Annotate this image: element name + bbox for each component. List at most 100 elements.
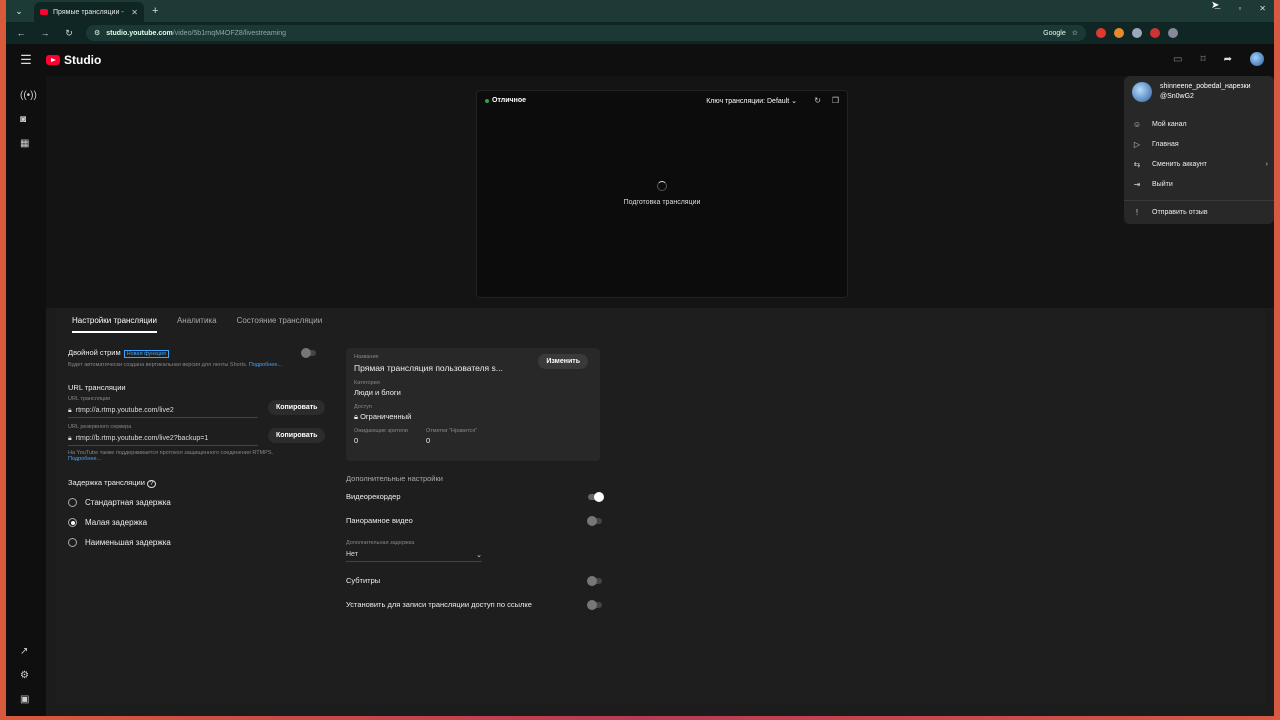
studio-logo-text: Studio [64, 53, 102, 67]
settings-gear-icon[interactable]: ⚙ [20, 670, 29, 681]
likes-label: Отметки "Нравится" [426, 428, 478, 434]
dual-stream-row: Двойной стрим Новая функция [68, 348, 169, 358]
copy-url-button[interactable]: Копировать [268, 400, 326, 415]
tab-title: Прямые трансляции - YouTube [53, 8, 126, 16]
backup-url-value: rtmp://b.rtmp.youtube.com/live2?backup=1 [75, 435, 209, 442]
refresh-key-icon[interactable]: ↻ [814, 96, 821, 105]
close-tab-icon[interactable]: ✕ [131, 8, 138, 17]
extension-icon[interactable] [1096, 28, 1106, 38]
menu-icon[interactable]: ☰ [6, 52, 46, 68]
account-info: shinneene_pobedal_нарезки @Sn0wG2 [1160, 82, 1251, 102]
search-engine-chip[interactable]: Google [1043, 30, 1066, 37]
forward-icon[interactable]: → [38, 28, 52, 38]
back-icon[interactable]: ← [14, 28, 28, 38]
new-feature-badge: Новая функция [123, 350, 169, 358]
rtmps-note: На YouTube также поддерживается протокол… [68, 450, 274, 462]
backup-url-field[interactable]: 🔒︎ rtmp://b.rtmp.youtube.com/live2?backu… [68, 432, 258, 446]
menu-item-sign-out[interactable]: ⇥ Выйти [1132, 180, 1268, 189]
tabs: Настройки трансляции Аналитика Состояние… [72, 316, 322, 333]
left-rail: ((•)) ◙ ▦ ↗ ⚙ ▣ [6, 76, 46, 716]
copy-key-icon[interactable]: ❐ [832, 96, 839, 105]
help-icon[interactable]: ? [147, 480, 157, 488]
bookmark-star-icon[interactable]: ☆ [1072, 29, 1078, 37]
access-label: Доступ [354, 404, 372, 410]
learn-more-link[interactable]: Подробнее... [249, 362, 282, 368]
camera-icon[interactable]: ◙ [20, 114, 26, 125]
dual-stream-toggle[interactable] [301, 348, 316, 358]
stream-url-label: URL трансляции [68, 396, 111, 402]
account-avatar-large [1132, 82, 1152, 102]
channel-icon: ☺ [1132, 120, 1142, 129]
menu-item-feedback[interactable]: ! Отправить отзыв [1132, 208, 1268, 217]
latency-ultralow-radio[interactable]: Наименьшая задержка [68, 538, 171, 547]
studio-logo[interactable]: Studio [46, 53, 101, 67]
stream-url-value: rtmp://a.rtmp.youtube.com/live2 [75, 407, 174, 414]
latency-low-radio[interactable]: Малая задержка [68, 518, 147, 527]
waiting-viewers-label: Ожидающие зрители [354, 428, 408, 434]
reload-icon[interactable]: ↻ [62, 28, 76, 39]
tab-bar: ⌄ Прямые трансляции - YouTube ✕ + ─ ▫ ✕ [6, 0, 1274, 22]
stream-key-select[interactable]: Ключ трансляции: Default ⌄ [706, 97, 797, 105]
account-menu: shinneene_pobedal_нарезки @Sn0wG2 ☺ Мой к… [1124, 76, 1274, 224]
latency-title: Задержка трансляции ? [68, 478, 157, 488]
dvr-toggle[interactable] [588, 492, 604, 502]
extension-icon[interactable] [1114, 28, 1124, 38]
calendar-icon[interactable]: ▦ [20, 138, 29, 149]
radio-circle-selected [68, 518, 77, 527]
live-stream-icon[interactable]: ((•)) [20, 90, 37, 101]
browser-tab[interactable]: Прямые трансляции - YouTube ✕ [34, 2, 144, 22]
menu-item-my-channel[interactable]: ☺ Мой канал [1132, 120, 1268, 129]
backup-url-label: URL резервного сервера [68, 424, 132, 430]
title-label: Название [354, 354, 379, 360]
screen-icon[interactable]: ▭ [1173, 54, 1182, 65]
stream-health-status: Отличное [485, 97, 526, 104]
tab-analytics[interactable]: Аналитика [177, 316, 217, 333]
switch-account-icon: ⇆ [1133, 160, 1141, 169]
account-avatar[interactable] [1250, 52, 1264, 66]
youtube-favicon-icon [40, 9, 48, 15]
extension-icon[interactable] [1150, 28, 1160, 38]
menu-item-switch-account[interactable]: ⇆ Сменить аккаунт › [1132, 160, 1268, 169]
close-window-icon[interactable]: ✕ [1259, 4, 1266, 13]
extension-icon[interactable] [1132, 28, 1142, 38]
extra-delay-select[interactable]: Нет ⌄ [346, 548, 482, 562]
settings-panel: Настройки трансляции Аналитика Состояние… [56, 308, 1266, 704]
tab-stream-health[interactable]: Состояние трансляции [237, 316, 323, 333]
new-tab-icon[interactable]: + [152, 5, 158, 17]
youtube-icon: ▷ [1133, 140, 1141, 149]
share-icon[interactable]: ➦ [1224, 54, 1232, 65]
latency-standard-radio[interactable]: Стандартная задержка [68, 498, 171, 507]
extensions-puzzle-icon[interactable] [1168, 28, 1178, 38]
stream-title: Прямая трансляция пользователя s... [354, 363, 503, 373]
go-to-icon[interactable]: ↗ [20, 646, 28, 657]
access-value: 🔒︎ Ограниченный [354, 412, 412, 421]
bookmark-icon[interactable]: ⌑ [1200, 54, 1205, 65]
restore-icon[interactable]: ▫ [1238, 4, 1241, 13]
panoramic-toggle[interactable] [587, 516, 602, 526]
unlisted-toggle[interactable] [587, 600, 602, 610]
lock-icon: 🔒︎ [68, 434, 72, 442]
subtitles-toggle[interactable] [587, 576, 602, 586]
category-label: Категория [354, 380, 380, 386]
mouse-cursor-icon: ➤ [1211, 0, 1220, 11]
browser-window: ⌄ Прямые трансляции - YouTube ✕ + ─ ▫ ✕ … [6, 0, 1274, 716]
feedback-icon[interactable]: ▣ [20, 694, 29, 705]
edit-button[interactable]: Изменить [538, 354, 588, 369]
loading-spinner-icon [657, 181, 667, 191]
menu-divider [1124, 200, 1274, 201]
studio-header: ☰ Studio ▭ ⌑ ➦ [6, 44, 1274, 76]
tab-stream-settings[interactable]: Настройки трансляции [72, 316, 157, 333]
sign-out-icon: ⇥ [1133, 180, 1141, 189]
stream-url-field[interactable]: 🔒︎ rtmp://a.rtmp.youtube.com/live2 [68, 404, 258, 418]
url-input[interactable]: ⚙ studio.youtube.com/video/5b1rnqM4OFZ8/… [86, 25, 1086, 41]
lock-icon: 🔒︎ [354, 412, 358, 421]
menu-item-home[interactable]: ▷ Главная [1132, 140, 1268, 149]
learn-more-rtmps-link[interactable]: Подробнее... [68, 456, 101, 462]
site-info-icon[interactable]: ⚙ [94, 29, 100, 37]
copy-backup-url-button[interactable]: Копировать [268, 428, 326, 443]
status-dot-icon [485, 98, 489, 103]
youtube-logo-icon [46, 55, 60, 65]
account-handle: @Sn0wG2 [1160, 93, 1194, 100]
stream-preview: Отличное Ключ трансляции: Default ⌄ ↻ ❐ … [476, 90, 848, 298]
tab-search-icon[interactable]: ⌄ [10, 2, 28, 20]
